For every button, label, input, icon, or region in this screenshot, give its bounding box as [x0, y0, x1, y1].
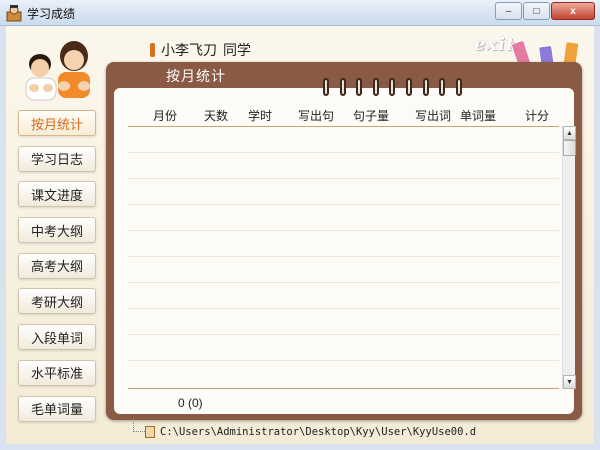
total-summary: 0 (0) [178, 396, 203, 410]
nav-item-label: 高考大纲 [30, 259, 83, 275]
nav-item-entry-words[interactable]: 入段单词 [18, 324, 96, 351]
ring-icon [405, 78, 412, 96]
table-row [128, 334, 559, 335]
ring-icon [356, 78, 363, 96]
nav-item-lesson-progress[interactable]: 课文进度 [18, 181, 96, 208]
window-controls: – □ x [494, 2, 595, 20]
table-row [128, 230, 559, 231]
table-footer-divider [128, 388, 559, 389]
file-icon [145, 426, 155, 438]
mascot-image [25, 41, 90, 101]
maximize-button[interactable]: □ [523, 2, 550, 20]
window-title: 学习成绩 [27, 7, 76, 21]
stats-panel [114, 88, 574, 414]
nav-item-label: 入段单词 [30, 330, 83, 346]
nav-item-gaokao-syllabus[interactable]: 高考大纲 [18, 252, 96, 279]
nav-item-monthly-stats[interactable]: 按月统计 [18, 110, 96, 136]
scroll-thumb[interactable] [563, 140, 576, 156]
column-header-month[interactable]: 月份 [153, 107, 177, 124]
nav-item-label: 学习日志 [30, 152, 83, 168]
scroll-down-button[interactable]: ▼ [563, 375, 576, 389]
app-icon [6, 5, 22, 22]
table-row [128, 282, 559, 283]
ring-icon [422, 78, 429, 96]
nav-item-label: 考研大纲 [30, 294, 83, 310]
table-row [128, 308, 559, 309]
column-header-hours[interactable]: 学时 [248, 107, 272, 124]
ring-icon [339, 78, 346, 96]
nav-item-zhongkao-syllabus[interactable]: 中考大纲 [18, 217, 96, 244]
table-scrollbar[interactable]: ▲ ▼ [562, 126, 576, 389]
column-header-words-written[interactable]: 写出词 [415, 107, 451, 124]
user-suffix: 同学 [223, 42, 251, 58]
column-header-score[interactable]: 计分 [525, 107, 549, 124]
nav-item-label: 中考大纲 [30, 223, 83, 239]
minimize-button[interactable]: – [495, 2, 522, 20]
table-row [128, 152, 559, 153]
user-name: 小李飞刀 [161, 42, 217, 58]
column-header-sentence-count[interactable]: 句子量 [353, 107, 389, 124]
nav-item-label: 毛单词量 [30, 402, 83, 417]
nav-item-level-standard[interactable]: 水平标准 [18, 359, 96, 386]
side-nav: 按月统计 学习日志 课文进度 中考大纲 高考大纲 考研大纲 入段单词 水平标准 … [18, 110, 96, 431]
table-header-divider [128, 126, 559, 127]
panel-title: 按月统计 [166, 68, 226, 84]
nav-item-kaoyan-syllabus[interactable]: 考研大纲 [18, 288, 96, 315]
table-row [128, 204, 559, 205]
table-row [128, 178, 559, 179]
column-header-vocabulary[interactable]: 单词量 [460, 107, 496, 124]
ring-icon [439, 78, 446, 96]
table-row [128, 256, 559, 257]
ring-icon [323, 78, 329, 96]
nav-item-label: 水平标准 [30, 366, 83, 382]
file-path: C:\Users\Administrator\Desktop\Kyy\User\… [160, 426, 477, 438]
nav-item-gross-vocabulary[interactable]: 毛单词量 [18, 395, 96, 422]
ring-icon [389, 78, 396, 96]
column-header-sentences-written[interactable]: 写出句 [298, 107, 334, 124]
nav-item-study-log[interactable]: 学习日志 [18, 145, 96, 172]
user-marker-icon [150, 43, 155, 57]
user-header: 小李飞刀 同学 [150, 40, 251, 60]
nav-item-label: 按月统计 [30, 116, 83, 132]
ring-icon [455, 78, 462, 96]
title-bar: 学习成绩 – □ x [0, 0, 600, 26]
scroll-up-button[interactable]: ▲ [563, 126, 576, 140]
ring-icon [372, 78, 379, 96]
table-row [128, 360, 559, 361]
nav-item-label: 课文进度 [30, 187, 83, 203]
tree-connector [133, 418, 145, 432]
column-header-days[interactable]: 天数 [204, 107, 228, 124]
notebook-rings-icon [323, 78, 472, 96]
close-button[interactable]: x [551, 2, 595, 20]
